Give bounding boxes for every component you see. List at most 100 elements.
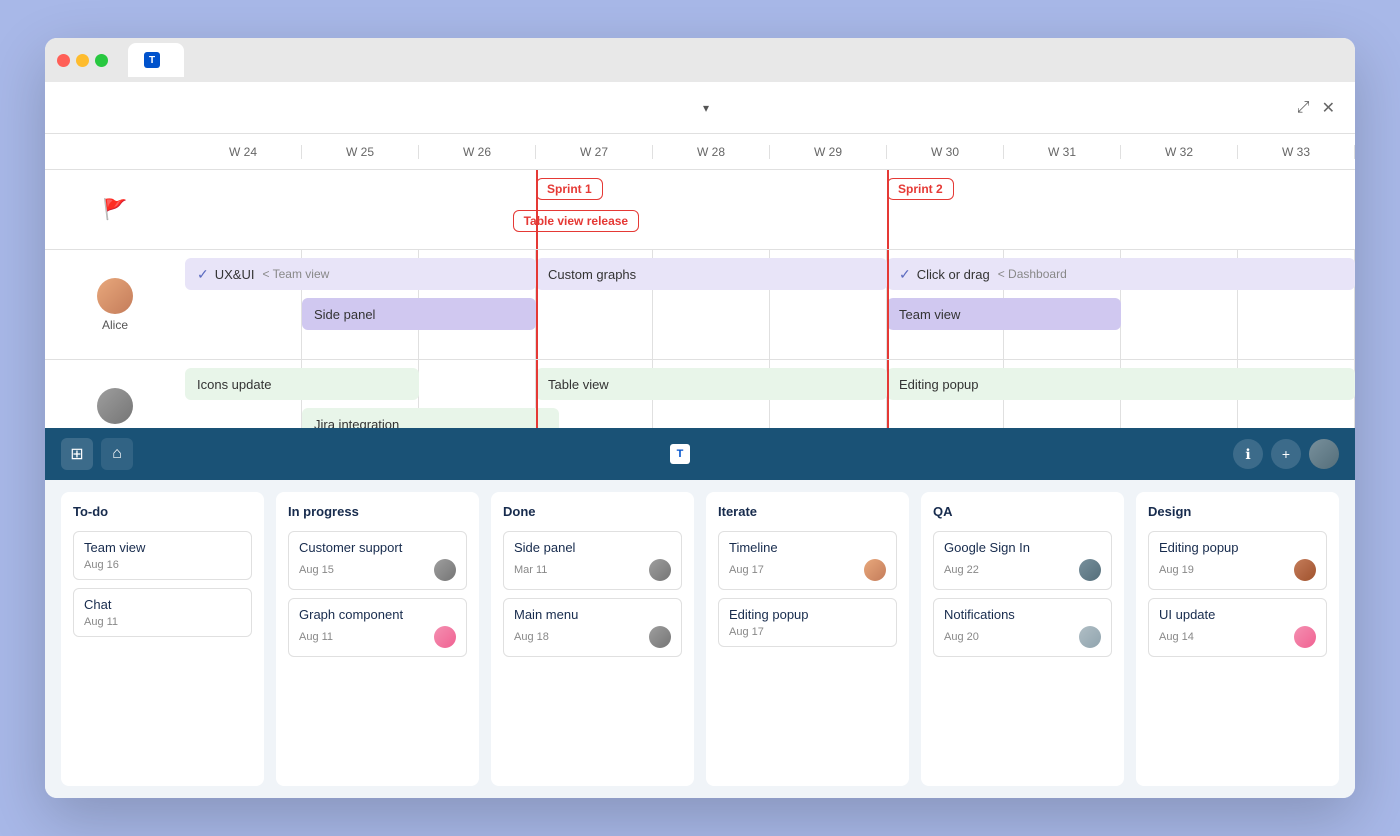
bottom-taskbar: ⊞ ⌂ T ℹ + <box>45 428 1355 480</box>
sprint1-badge: Sprint 1 <box>536 178 603 200</box>
kanban-card[interactable]: Editing popup Aug 17 <box>718 598 897 647</box>
kanban-card[interactable]: Main menu Aug 18 <box>503 598 682 657</box>
kanban-card[interactable]: Editing popup Aug 19 <box>1148 531 1327 590</box>
task-bar[interactable]: Jira integration <box>302 408 559 428</box>
card-date: Aug 17 <box>729 564 764 576</box>
kanban-column: Done Side panel Mar 11 Main menu Aug 18 <box>491 492 694 786</box>
card-title: Main menu <box>514 607 671 622</box>
grid-icon-button[interactable]: ⊞ <box>61 438 93 470</box>
maximize-traffic-light[interactable] <box>95 54 108 67</box>
card-date: Aug 14 <box>1159 631 1194 643</box>
expand-icon[interactable]: ⤢ <box>1297 99 1310 117</box>
task-bar[interactable]: ✓UX&UI< Team view <box>185 258 536 290</box>
table-release-badge: Table view release <box>513 210 640 232</box>
traffic-lights <box>57 54 108 67</box>
card-meta: Aug 18 <box>514 626 671 648</box>
column-title: QA <box>933 504 1112 519</box>
card-meta: Aug 14 <box>1159 626 1316 648</box>
kanban-card[interactable]: UI updateAug 14 <box>1148 598 1327 657</box>
trello-tab-icon: T <box>144 52 160 68</box>
chevron-down-icon: ▾ <box>703 101 709 115</box>
card-meta: Aug 11 <box>299 626 456 648</box>
card-avatar <box>1079 559 1101 581</box>
card-meta: Aug 16 <box>84 559 241 571</box>
column-title: Done <box>503 504 682 519</box>
card-avatar <box>1079 626 1101 648</box>
member-name: Alice <box>102 318 128 332</box>
column-title: In progress <box>288 504 467 519</box>
flag-icon: 🚩 <box>103 197 128 222</box>
card-avatar <box>649 626 671 648</box>
task-bar[interactable]: ✓Click or drag< Dashboard <box>887 258 1355 290</box>
card-date: Aug 19 <box>1159 564 1194 576</box>
kanban-card[interactable]: ChatAug 11 <box>73 588 252 637</box>
close-traffic-light[interactable] <box>57 54 70 67</box>
browser-tab[interactable]: T <box>128 43 184 77</box>
user-avatar-button[interactable] <box>1309 439 1339 469</box>
kanban-column: To-do Team viewAug 16 ChatAug 11 <box>61 492 264 786</box>
tasks-area: ✓UX&UI< Team view Side panelCustom graphs… <box>185 250 1355 359</box>
info-icon-button[interactable]: ℹ <box>1233 439 1263 469</box>
card-avatar <box>1294 559 1316 581</box>
minimize-traffic-light[interactable] <box>76 54 89 67</box>
card-date: Mar 11 <box>514 564 547 576</box>
close-icon[interactable]: ✕ <box>1322 98 1335 118</box>
card-title: Editing popup <box>1159 540 1316 555</box>
kanban-card[interactable]: Customer support Aug 15 <box>288 531 467 590</box>
card-title: Timeline <box>729 540 886 555</box>
task-bar[interactable]: Icons update <box>185 368 419 400</box>
week-cell: W 30 <box>887 145 1004 159</box>
member-rows: Alice ✓UX&UI< Team view Side panelCustom g… <box>45 250 1355 428</box>
column-title: To-do <box>73 504 252 519</box>
browser-tab-bar: T <box>45 38 1355 82</box>
card-avatar <box>434 559 456 581</box>
kanban-card[interactable]: Side panel Mar 11 <box>503 531 682 590</box>
card-meta: Aug 20 <box>944 626 1101 648</box>
tasks-area: Icons update Jira integration Table viewEd… <box>185 360 1355 428</box>
app-header: ▾ ⤢ ✕ <box>45 82 1355 134</box>
kanban-card[interactable]: Graph componentAug 11 <box>288 598 467 657</box>
header-actions: ⤢ ✕ <box>1297 98 1335 118</box>
add-icon-button[interactable]: + <box>1271 439 1301 469</box>
card-date: Aug 20 <box>944 631 979 643</box>
new-tab-button[interactable] <box>192 46 220 74</box>
week-cell: W 24 <box>185 145 302 159</box>
timeline-content: W 24W 25W 26W 27W 28W 29W 30W 31W 32W 33… <box>45 134 1355 428</box>
card-avatar <box>649 559 671 581</box>
card-title: Side panel <box>514 540 671 555</box>
card-title: Notifications <box>944 607 1101 622</box>
kanban-column: In progress Customer support Aug 15 Graph c… <box>276 492 479 786</box>
milestones-row: 🚩 Sprint 1Table view releaseSprint 2 <box>45 170 1355 250</box>
kanban-card[interactable]: Team viewAug 16 <box>73 531 252 580</box>
column-title: Iterate <box>718 504 897 519</box>
kanban-card[interactable]: Google Sign InAug 22 <box>933 531 1112 590</box>
milestones-area: Sprint 1Table view releaseSprint 2 <box>185 170 1355 249</box>
flag-area: 🚩 <box>45 170 185 249</box>
card-meta: Aug 17 <box>729 626 886 638</box>
card-date: Aug 18 <box>514 631 549 643</box>
kanban-board: To-do Team viewAug 16 ChatAug 11 In progres… <box>45 480 1355 798</box>
task-bar[interactable]: Editing popup <box>887 368 1355 400</box>
kanban-card[interactable]: Timeline Aug 17 <box>718 531 897 590</box>
card-meta: Aug 11 <box>84 616 241 628</box>
member-row: JillIcons update Jira integration Table vi… <box>45 360 1355 428</box>
group-by-control[interactable]: ▾ <box>691 101 709 115</box>
member-row: Alice ✓UX&UI< Team view Side panelCustom g… <box>45 250 1355 360</box>
column-title: Design <box>1148 504 1327 519</box>
week-cell: W 28 <box>653 145 770 159</box>
task-bar[interactable]: Team view <box>887 298 1121 330</box>
home-icon-button[interactable]: ⌂ <box>101 438 133 470</box>
task-bar[interactable]: Table view <box>536 368 887 400</box>
avatar <box>97 388 133 424</box>
card-meta: Aug 15 <box>299 559 456 581</box>
kanban-card[interactable]: Notifications Aug 20 <box>933 598 1112 657</box>
card-title: Customer support <box>299 540 456 555</box>
bottom-right-actions: ℹ + <box>1233 439 1339 469</box>
task-bar[interactable]: Custom graphs <box>536 258 887 290</box>
card-title: Editing popup <box>729 607 886 622</box>
card-date: Aug 22 <box>944 564 979 576</box>
card-date: Aug 11 <box>299 631 333 643</box>
member-info: Jill <box>45 360 185 428</box>
card-date: Aug 15 <box>299 564 334 576</box>
task-bar[interactable]: Side panel <box>302 298 536 330</box>
